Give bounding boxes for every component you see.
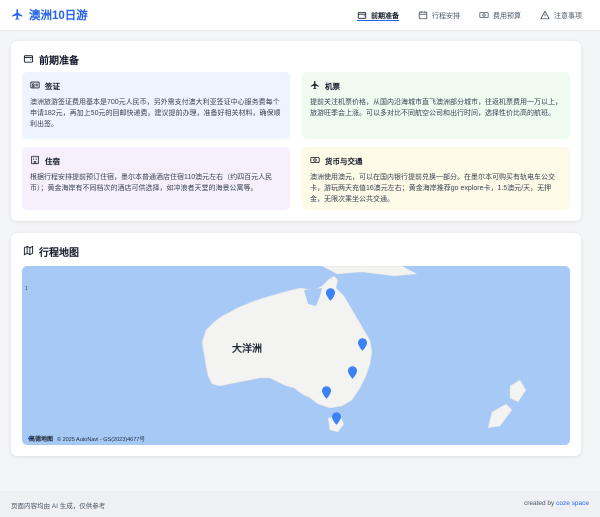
wallet-icon: [357, 10, 367, 22]
wallet-icon: [23, 53, 34, 67]
map-title: 行程地图: [23, 244, 79, 259]
visa-title: 签证: [45, 81, 60, 91]
nav-label: 费用预算: [493, 12, 521, 20]
top-navbar: 澳洲10日游 前期准备 行程安排 费用预算 注意事项: [0, 0, 600, 31]
footer-credit: created by coze space: [524, 500, 589, 507]
nav-item-budget[interactable]: 费用预算: [479, 0, 521, 31]
map-pin-marker[interactable]: [322, 386, 331, 399]
prep-card: 前期准备 签证 澳洲旅游签证费用基本是700元人民币，另外需支付澳大利亚签证中心…: [11, 41, 581, 221]
calendar-icon: [418, 10, 428, 22]
prep-title: 前期准备: [23, 52, 79, 67]
nav-item-prep[interactable]: 前期准备: [357, 0, 399, 31]
itinerary-map[interactable]: 1 大洋洲 高德地图 © 2025 AutoNavi - GS(2023)467…: [22, 266, 570, 445]
map-credit: 高德地图 © 2025 AutoNavi - GS(2023)4677号: [25, 434, 145, 443]
map-scale-mark: 1: [25, 286, 28, 292]
hotel-text: 根据行程安排提前预订住宿，墨尔本普通酒店住宿110澳元左右（约四百元人民币）；黄…: [30, 174, 273, 192]
brand[interactable]: 澳洲10日游: [11, 7, 88, 23]
nav-label: 前期准备: [371, 12, 399, 20]
map-card: 行程地图 1 大洋洲 高德地图 © 2025 AutoNavi - GS(202…: [11, 233, 581, 456]
map-pin-marker[interactable]: [348, 366, 357, 379]
money-icon: [479, 10, 489, 22]
hotel-icon: [30, 155, 40, 167]
prep-title-text: 前期准备: [39, 56, 79, 67]
map-copyright: © 2025 AutoNavi - GS(2023)4677号: [57, 436, 145, 443]
map-title-text: 行程地图: [39, 248, 79, 259]
map-provider-name: 高德地图: [29, 437, 54, 443]
hotel-title: 住宿: [45, 156, 60, 166]
region-label: 大洋洲: [232, 344, 262, 355]
flight-section: 机票 提前关注机票价格，从国内沿海城市直飞澳洲部分城市，往返机票费用一万以上，旅…: [302, 72, 570, 139]
nav-item-itinerary[interactable]: 行程安排: [418, 0, 460, 31]
nav-label: 行程安排: [432, 12, 460, 20]
visa-section: 签证 澳洲旅游签证费用基本是700元人民币，另外需支付澳大利亚签证中心服务费每个…: [22, 72, 290, 139]
currency-icon: [310, 155, 320, 167]
flight-text: 提前关注机票价格，从国内沿海城市直飞澳洲部分城市，往返机票费用一万以上，旅游旺季…: [310, 99, 562, 117]
warning-icon: [540, 9, 550, 22]
visa-text: 澳洲旅游签证费用基本是700元人民币，另外需支付澳大利亚签证中心服务费每个申请1…: [30, 99, 281, 128]
hotel-section: 住宿 根据行程安排提前预订住宿，墨尔本普通酒店住宿110澳元左右（约四百元人民币…: [22, 147, 290, 210]
footer: 页面内容均由 AI 生成，仅供参考 created by coze space: [0, 491, 600, 517]
money-title: 货币与交通: [325, 156, 363, 166]
app-title: 澳洲10日游: [29, 10, 88, 22]
footer-credit-prefix: created by: [523, 500, 557, 507]
plane-icon: [11, 8, 24, 23]
map-pin-marker[interactable]: [358, 338, 367, 351]
money-section: 货币与交通 澳洲使用澳元，可以在国内银行提前兑换一部分。在墨尔本可购买有轨电车公…: [302, 147, 570, 210]
footer-disclaimer: 页面内容均由 AI 生成，仅供参考: [11, 503, 106, 510]
nav-label: 注意事项: [554, 12, 582, 20]
nav-item-notes[interactable]: 注意事项: [540, 0, 582, 31]
plane-icon: [310, 80, 320, 92]
map-pin-marker[interactable]: [326, 288, 335, 301]
map-pin-marker[interactable]: [332, 412, 341, 425]
footer-brand-link[interactable]: coze space: [556, 500, 589, 507]
main-nav: 前期准备 行程安排 费用预算 注意事项: [357, 0, 582, 31]
map-land: [201, 266, 527, 433]
id-card-icon: [30, 80, 40, 92]
flight-title: 机票: [325, 81, 340, 91]
map-icon: [23, 245, 34, 259]
money-text: 澳洲使用澳元，可以在国内银行提前兑换一部分。在墨尔本可购买有轨电车公交卡，游玩两…: [310, 174, 555, 203]
